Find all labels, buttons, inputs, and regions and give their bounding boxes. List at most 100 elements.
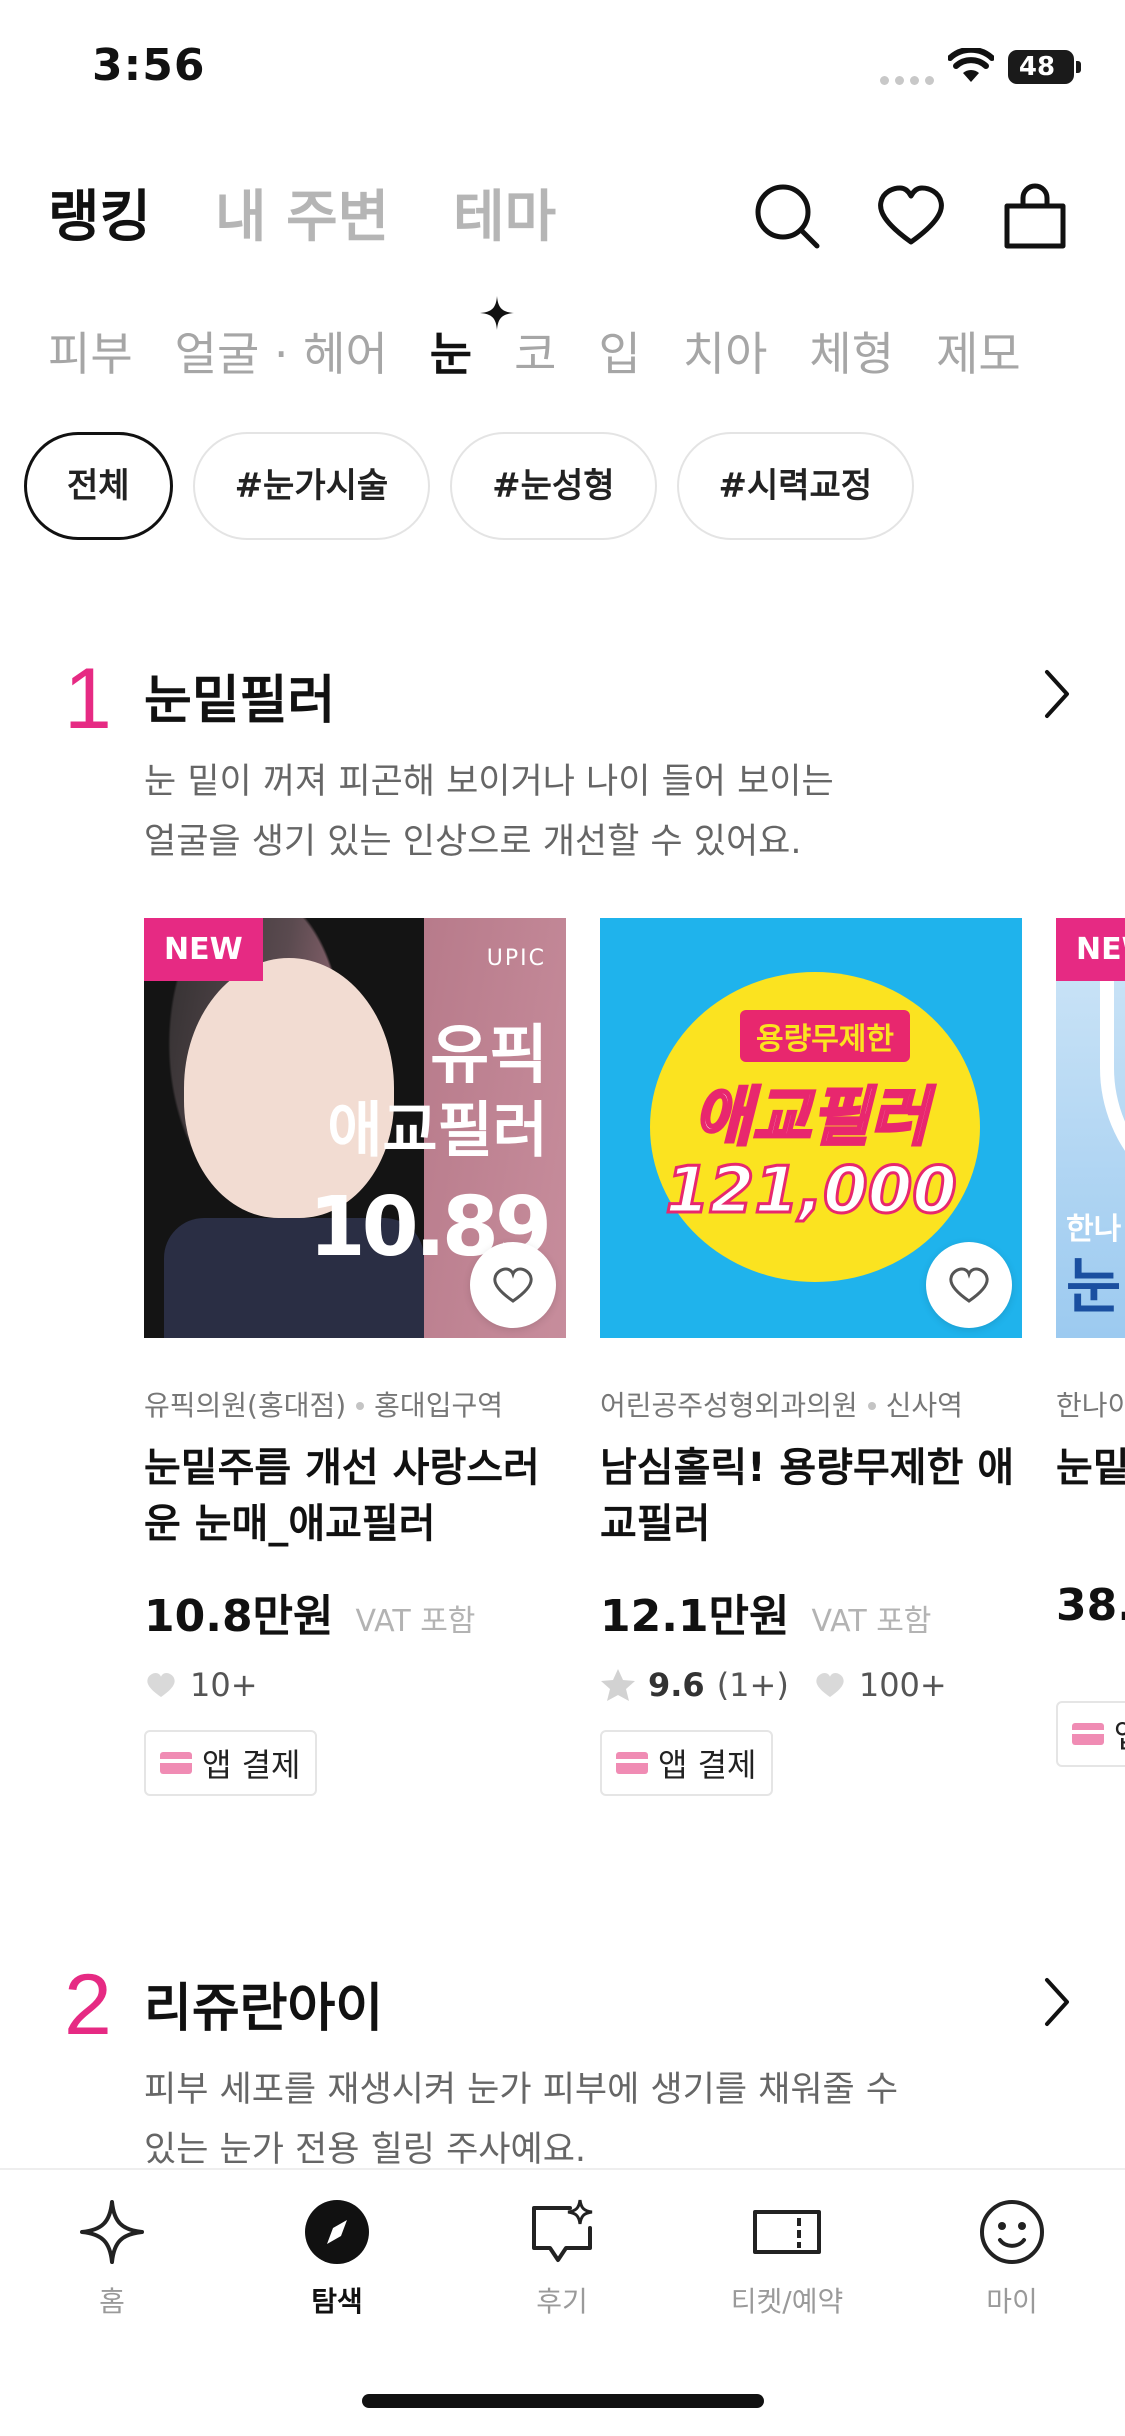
filter-chips: 전체 #눈가시술 #눈성형 #시력교정 xyxy=(24,432,915,540)
product-card[interactable]: 한나 눈 NEW 한나이 눈밑 눈밑 38. 앱 xyxy=(1056,918,1125,1767)
like-count: 100+ xyxy=(858,1666,947,1704)
new-badge: NEW xyxy=(144,918,263,981)
smiley-icon xyxy=(980,2200,1044,2264)
nav-label: 티켓/예약 xyxy=(730,2285,844,2318)
rank-description: 피부 세포를 재생시켜 눈가 피부에 생기를 채워줄 수 있는 눈가 전용 힐링… xyxy=(144,2060,1004,2168)
ticket-icon xyxy=(753,2210,821,2254)
category-hair-removal[interactable]: 제모 xyxy=(936,318,1021,384)
credit-card-icon xyxy=(160,1752,192,1774)
nav-label: 탐색 xyxy=(311,2285,363,2318)
chip-eye-procedure[interactable]: #눈가시술 xyxy=(192,432,431,540)
category-nose[interactable]: 코 xyxy=(514,318,556,384)
category-teeth[interactable]: 치아 xyxy=(683,318,768,384)
nav-reviews[interactable]: 후기 xyxy=(472,2198,652,2320)
star-icon xyxy=(601,1669,635,1701)
poster-brand-logo: UPIC xyxy=(486,946,546,971)
clinic-info: 어린공주성형외과의원 신사역 xyxy=(600,1384,1022,1424)
clinic-name: 한나이 xyxy=(1056,1389,1125,1422)
search-icon[interactable] xyxy=(749,178,825,254)
rating-count: (1+) xyxy=(716,1666,789,1704)
category-face-hair[interactable]: 얼굴 · 헤어 xyxy=(175,318,388,384)
battery-level: 48 xyxy=(1018,52,1056,82)
product-price: 12.1만원 xyxy=(600,1591,790,1642)
product-price: 38. xyxy=(1056,1580,1125,1631)
chip-all[interactable]: 전체 xyxy=(24,432,173,540)
product-price: 10.8만원 xyxy=(144,1591,334,1642)
nav-my[interactable]: 마이 xyxy=(922,2198,1102,2320)
wishlist-button[interactable] xyxy=(926,1242,1012,1328)
product-image[interactable]: 용량무제한 애교필러 121,000 xyxy=(600,918,1022,1338)
tab-nearby[interactable]: 내 주변 xyxy=(215,172,389,253)
clinic-name: 유픽의원(홍대점) xyxy=(144,1389,347,1422)
signal-icon xyxy=(880,76,934,85)
chip-eye-surgery[interactable]: #눈성형 xyxy=(450,432,657,540)
category-tabs: 피부 얼굴 · 헤어 눈 코 입 치아 체형 제모 xyxy=(48,296,1021,384)
app-payment-badge: 앱 xyxy=(1056,1701,1125,1767)
compass-icon xyxy=(305,2200,369,2264)
clinic-location: 홍대입구역 xyxy=(374,1389,503,1422)
heart-filled-icon xyxy=(147,1673,175,1697)
product-image[interactable]: 한나 눈 NEW xyxy=(1056,918,1125,1338)
product-image[interactable]: UPIC 유픽 애교필러 10.89 NEW xyxy=(144,918,566,1338)
heart-icon xyxy=(493,1267,533,1303)
wifi-icon xyxy=(948,48,994,82)
new-badge: NEW xyxy=(1056,918,1125,981)
product-card[interactable]: 용량무제한 애교필러 121,000 어린공주성형외과의원 신사역 남심홀릭! 용… xyxy=(600,918,1022,1796)
rank-description-line: 있는 눈가 전용 힐링 주사예요. xyxy=(144,2130,587,2168)
category-eye-label: 눈 xyxy=(429,327,473,381)
app-payment-badge: 앱 결제 xyxy=(144,1730,317,1796)
rank-number: 1 xyxy=(64,651,112,747)
home-indicator[interactable] xyxy=(362,2394,764,2408)
category-skin[interactable]: 피부 xyxy=(48,318,133,384)
nav-home[interactable]: 홈 xyxy=(22,2198,202,2320)
status-bar: 3:56 48 xyxy=(0,0,1125,140)
shopping-bag-icon[interactable] xyxy=(997,178,1073,254)
product-carousel: UPIC 유픽 애교필러 10.89 NEW 유픽의원(홍대점) 홍대입구역 눈밑… xyxy=(144,918,1125,1798)
app-payment-label: 앱 결제 xyxy=(202,1746,301,1784)
product-title: 남심홀릭! 용량무제한 애교필러 xyxy=(600,1445,1015,1547)
clinic-name: 어린공주성형외과의원 xyxy=(600,1389,858,1422)
poster-text: 눈 xyxy=(1066,1252,1122,1322)
chevron-right-icon[interactable] xyxy=(1037,666,1077,722)
chevron-right-icon[interactable] xyxy=(1037,1974,1077,2030)
like-count: 10+ xyxy=(190,1666,258,1704)
price-row: 10.8만원 VAT 포함 xyxy=(144,1580,566,1644)
chip-vision-correction[interactable]: #시력교정 xyxy=(676,432,915,540)
category-mouth[interactable]: 입 xyxy=(598,318,640,384)
poster-text: 애교필러 xyxy=(692,1080,931,1157)
heart-filled-icon xyxy=(816,1673,844,1697)
rank-title[interactable]: 리쥬란아이 xyxy=(144,1966,383,2041)
vat-label: VAT 포함 xyxy=(811,1604,932,1639)
poster-price: 121,000 xyxy=(664,1153,959,1230)
rank-description: 눈 밑이 꺼져 피곤해 보이거나 나이 들어 보이는 얼굴을 생기 있는 인상으… xyxy=(144,752,1004,872)
price-row: 38. xyxy=(1056,1580,1125,1631)
wishlist-button[interactable] xyxy=(470,1242,556,1328)
nav-explore[interactable]: 탐색 xyxy=(247,2198,427,2320)
category-eye[interactable]: 눈 xyxy=(429,296,515,384)
price-row: 12.1만원 VAT 포함 xyxy=(600,1580,1022,1644)
product-stats: 9.6 (1+) 100+ xyxy=(600,1666,1022,1704)
sparkle-icon xyxy=(480,296,515,330)
product-card[interactable]: UPIC 유픽 애교필러 10.89 NEW 유픽의원(홍대점) 홍대입구역 눈밑… xyxy=(144,918,566,1796)
rank-description-line: 피부 세포를 재생시켜 눈가 피부에 생기를 채워줄 수 xyxy=(144,2070,899,2110)
rank-description-line: 눈 밑이 꺼져 피곤해 보이거나 나이 들어 보이는 xyxy=(144,762,834,802)
nav-label: 홈 xyxy=(99,2285,125,2318)
rank-number: 2 xyxy=(64,1957,112,2053)
heart-icon[interactable] xyxy=(873,178,949,254)
app-payment-badge: 앱 결제 xyxy=(600,1730,773,1796)
sparkle-icon xyxy=(80,2200,144,2264)
product-title: 눈밑주름 개선 사랑스러운 눈매_애교필러 xyxy=(144,1445,540,1547)
heart-icon xyxy=(949,1267,989,1303)
battery-icon: 48 xyxy=(1008,50,1081,84)
nav-ticket-reservation[interactable]: 티켓/예약 xyxy=(697,2198,877,2320)
tab-ranking[interactable]: 랭킹 xyxy=(48,172,151,253)
category-body[interactable]: 체형 xyxy=(809,318,894,384)
header-actions xyxy=(749,178,1073,254)
tab-theme[interactable]: 테마 xyxy=(453,172,556,253)
clinic-info: 한나이 xyxy=(1056,1384,1125,1424)
review-icon xyxy=(532,2199,593,2262)
rank-section-2: 2 리쥬란아이 피부 세포를 재생시켜 눈가 피부에 생기를 채워줄 수 있는 … xyxy=(0,1956,1125,2168)
top-tabs: 랭킹 내 주변 테마 xyxy=(48,172,556,253)
vat-label: VAT 포함 xyxy=(355,1604,476,1639)
rank-title[interactable]: 눈밑필러 xyxy=(144,658,335,733)
